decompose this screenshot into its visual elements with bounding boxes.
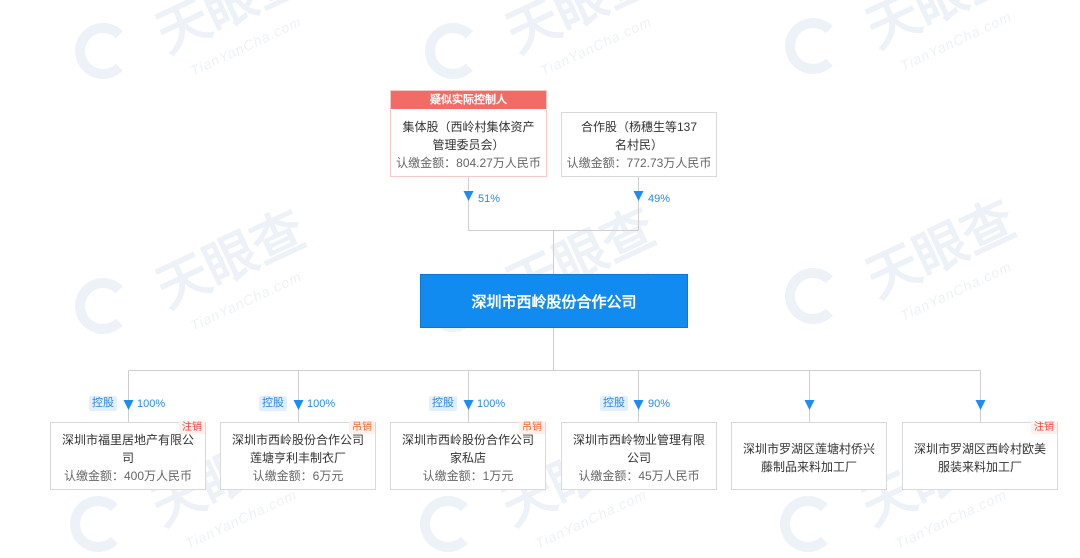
holding-tag: 控股 bbox=[600, 396, 628, 411]
status-badge: 注销 bbox=[179, 421, 205, 434]
holding-tag: 控股 bbox=[89, 396, 117, 411]
status-badge: 吊销 bbox=[519, 421, 545, 434]
shareholder-node-cooperative-shares[interactable]: 合作股（杨穗生等137 名村民） 认缴金额：772.73万人民币 bbox=[561, 112, 717, 177]
watermark-brand: 天眼查 bbox=[148, 200, 314, 320]
watermark-brand: 天眼查 bbox=[148, 0, 314, 65]
company-name: 深圳市西岭股份合作公司 bbox=[471, 293, 637, 311]
watermark-brand: 天眼查 bbox=[858, 0, 1025, 60]
watermark-domain: TianYanCha.com bbox=[187, 268, 305, 334]
watermark-brand: 天眼查 bbox=[858, 190, 1024, 310]
company-name-line: 公司 bbox=[626, 450, 651, 465]
subscribed-amount: 认缴金额：772.73万人民币 bbox=[566, 155, 712, 170]
node-body: 深圳市罗湖区莲塘村侨兴 藤制品来料加工厂 bbox=[732, 423, 886, 489]
holding-tag: 控股 bbox=[429, 396, 457, 411]
status-badge: 吊销 bbox=[349, 421, 375, 434]
arrow-down-icon bbox=[633, 400, 644, 410]
investment-node[interactable]: 注销 深圳市福里居地产有限公 司 认缴金额：400万人民币 bbox=[50, 421, 206, 490]
equity-structure-canvas: 天眼查 TianYanCha.com 天眼查 TianYanCha.com 天眼… bbox=[0, 0, 1080, 558]
watermark: 天眼查 TianYanCha.com bbox=[785, 190, 1045, 330]
status-badge: 注销 bbox=[1031, 421, 1057, 434]
investment-percent: 100% bbox=[477, 398, 506, 410]
shareholding-percent: 51% bbox=[478, 193, 501, 205]
central-company-node[interactable]: 深圳市西岭股份合作公司 bbox=[420, 274, 688, 328]
company-name-line: 司 bbox=[121, 450, 134, 465]
node-body: 集体股（西岭村集体资产 管理委员会） 认缴金额：804.27万人民币 bbox=[391, 109, 546, 176]
watermark-domain: TianYanCha.com bbox=[532, 486, 650, 552]
shareholder-name-line: 名村民） bbox=[614, 137, 663, 152]
subscribed-amount: 认缴金额：1万元 bbox=[422, 468, 514, 483]
node-body: 深圳市西岭物业管理有限 公司 认缴金额：45万人民币 bbox=[562, 423, 716, 489]
watermark-domain: TianYanCha.com bbox=[897, 258, 1015, 324]
watermark-domain: TianYanCha.com bbox=[187, 13, 305, 79]
arrow-down-icon bbox=[633, 191, 644, 201]
actual-controller-tag: 疑似实际控制人 bbox=[391, 91, 546, 109]
shareholding-percent: 49% bbox=[648, 193, 671, 205]
holding-tag: 控股 bbox=[259, 396, 287, 411]
investment-node[interactable]: 吊销 深圳市西岭股份合作公司 莲塘亨利丰制衣厂 认缴金额：6万元 bbox=[220, 421, 376, 490]
watermark-domain: TianYanCha.com bbox=[892, 486, 1010, 552]
investment-percent: 100% bbox=[137, 398, 166, 410]
investment-percent: 90% bbox=[648, 398, 671, 410]
watermark-domain: TianYanCha.com bbox=[182, 486, 300, 552]
watermark-domain: TianYanCha.com bbox=[897, 8, 1015, 74]
company-name-line: 深圳市西岭股份合作公司 bbox=[231, 432, 364, 447]
subscribed-amount: 认缴金额：45万人民币 bbox=[578, 468, 700, 483]
tianyancha-logo-icon bbox=[785, 18, 841, 74]
arrow-down-icon bbox=[804, 400, 815, 410]
company-name-line: 深圳市罗湖区西岭村欧美 bbox=[913, 441, 1046, 456]
arrow-down-icon bbox=[975, 400, 986, 410]
shareholder-name-line: 合作股（杨穗生等137 bbox=[580, 119, 698, 134]
arrow-down-icon bbox=[293, 400, 304, 410]
arrow-down-icon bbox=[123, 400, 134, 410]
subscribed-amount: 认缴金额：6万元 bbox=[252, 468, 344, 483]
company-name-line: 藤制品来料加工厂 bbox=[760, 459, 857, 474]
tianyancha-logo-icon bbox=[70, 496, 126, 552]
company-name-line: 深圳市西岭股份合作公司 bbox=[401, 432, 534, 447]
watermark: 天眼查 TianYanCha.com bbox=[75, 200, 335, 340]
company-name-line: 家私店 bbox=[449, 450, 486, 465]
subscribed-amount: 认缴金额：804.27万人民币 bbox=[396, 156, 541, 170]
investment-node[interactable]: 深圳市罗湖区莲塘村侨兴 藤制品来料加工厂 bbox=[731, 422, 887, 490]
node-body: 合作股（杨穗生等137 名村民） 认缴金额：772.73万人民币 bbox=[562, 113, 716, 176]
company-name-line: 服装来料加工厂 bbox=[937, 459, 1022, 474]
shareholder-name-line: 管理委员会） bbox=[432, 138, 505, 152]
shareholder-node-collective-shares[interactable]: 疑似实际控制人 集体股（西岭村集体资产 管理委员会） 认缴金额：804.27万人… bbox=[390, 90, 547, 177]
watermark-domain: TianYanCha.com bbox=[537, 13, 655, 79]
shareholder-name-line: 集体股（西岭村集体资产 bbox=[402, 120, 535, 134]
company-name-line: 深圳市福里居地产有限公 bbox=[61, 432, 194, 447]
investment-node[interactable]: 吊销 深圳市西岭股份合作公司 家私店 认缴金额：1万元 bbox=[390, 421, 546, 490]
watermark: 天眼查 TianYanCha.com bbox=[785, 0, 1045, 80]
watermark: 天眼查 TianYanCha.com bbox=[425, 0, 685, 85]
tianyancha-logo-icon bbox=[425, 23, 481, 79]
subscribed-amount: 认缴金额：400万人民币 bbox=[63, 468, 193, 483]
company-name-line: 深圳市罗湖区莲塘村侨兴 bbox=[742, 441, 875, 456]
tianyancha-logo-icon bbox=[785, 268, 841, 324]
tianyancha-logo-icon bbox=[780, 496, 836, 552]
investment-node[interactable]: 深圳市西岭物业管理有限 公司 认缴金额：45万人民币 bbox=[561, 422, 717, 490]
arrow-down-icon bbox=[463, 191, 474, 201]
watermark-brand: 天眼查 bbox=[498, 0, 664, 65]
company-name-line: 深圳市西岭物业管理有限 bbox=[572, 432, 705, 447]
tianyancha-logo-icon bbox=[75, 278, 131, 334]
watermark: 天眼查 TianYanCha.com bbox=[75, 0, 335, 85]
tianyancha-logo-icon bbox=[75, 23, 131, 79]
company-name-line: 莲塘亨利丰制衣厂 bbox=[249, 450, 346, 465]
tianyancha-logo-icon bbox=[420, 496, 476, 552]
investment-percent: 100% bbox=[307, 398, 336, 410]
investment-node[interactable]: 注销 深圳市罗湖区西岭村欧美 服装来料加工厂 bbox=[902, 421, 1058, 490]
arrow-down-icon bbox=[463, 400, 474, 410]
